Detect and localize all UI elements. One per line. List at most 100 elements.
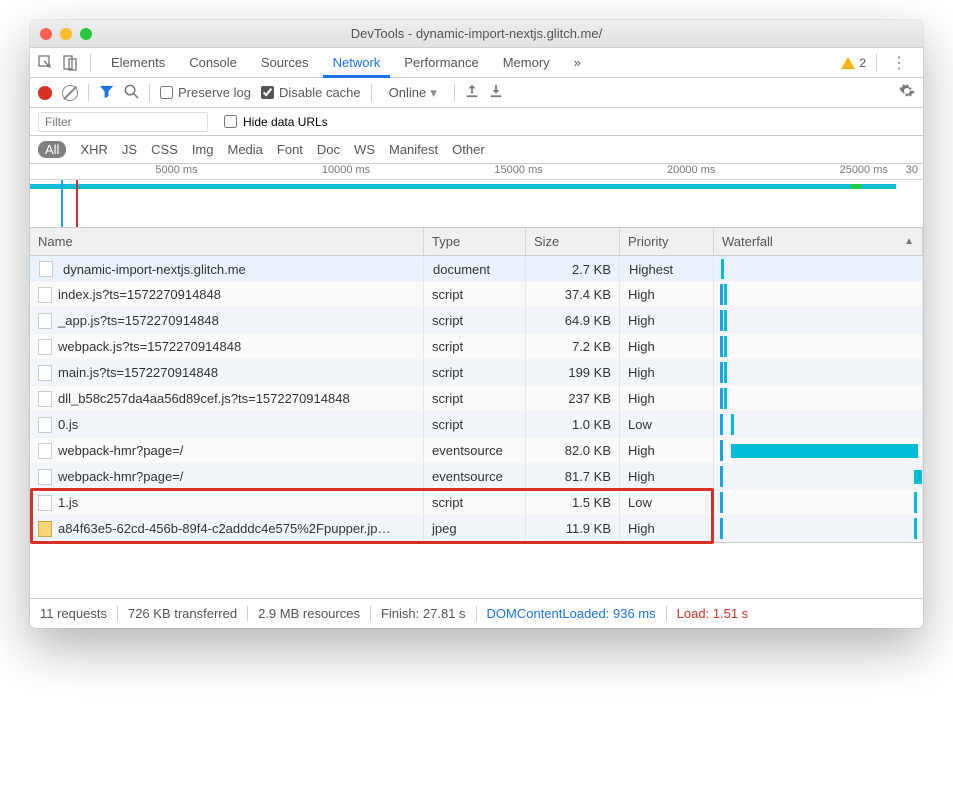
cell-name[interactable]: 0.js [30,412,424,438]
cell-waterfall[interactable] [714,282,923,308]
device-toggle-icon[interactable] [60,53,80,73]
cell-size[interactable]: 64.9 KB [526,308,620,334]
filter-type-manifest[interactable]: Manifest [389,142,438,157]
cell-name[interactable]: index.js?ts=1572270914848 [30,282,424,308]
filter-type-ws[interactable]: WS [354,142,375,157]
cell-name[interactable]: webpack-hmr?page=/ [30,464,424,490]
hide-data-urls-toggle[interactable]: Hide data URLs [224,115,328,129]
column-name[interactable]: Name [30,228,424,256]
cell-size[interactable]: 81.7 KB [526,464,620,490]
column-size[interactable]: Size [526,228,620,256]
search-icon[interactable] [124,84,139,102]
cell-priority[interactable]: Highest [620,256,714,282]
cell-type[interactable]: script [424,490,526,516]
cell-name[interactable]: webpack.js?ts=1572270914848 [30,334,424,360]
tab-elements[interactable]: Elements [101,48,175,78]
preserve-log-checkbox[interactable] [160,86,173,99]
tab-memory[interactable]: Memory [493,48,560,78]
cell-name[interactable]: webpack-hmr?page=/ [30,438,424,464]
cell-priority[interactable]: High [620,360,714,386]
upload-har-icon[interactable] [465,84,479,101]
cell-name[interactable]: 1.js [30,490,424,516]
cell-waterfall[interactable] [714,334,923,360]
hide-data-urls-checkbox[interactable] [224,115,237,128]
filter-input[interactable] [38,112,208,132]
filter-toggle-icon[interactable] [99,84,114,102]
cell-waterfall[interactable] [714,464,923,490]
disable-cache-toggle[interactable]: Disable cache [261,85,361,100]
cell-type[interactable]: script [424,282,526,308]
cell-name[interactable]: a84f63e5-62cd-456b-89f4-c2adddc4e575%2Fp… [30,516,424,542]
filter-type-xhr[interactable]: XHR [80,142,107,157]
throttle-select[interactable]: Online ▾ [382,82,444,104]
cell-priority[interactable]: High [620,334,714,360]
cell-type[interactable]: script [424,334,526,360]
cell-priority[interactable]: Low [620,412,714,438]
preserve-log-toggle[interactable]: Preserve log [160,85,251,100]
column-type[interactable]: Type [424,228,526,256]
filter-type-img[interactable]: Img [192,142,214,157]
tab-performance[interactable]: Performance [394,48,488,78]
record-button[interactable] [38,86,52,100]
cell-type[interactable]: eventsource [424,464,526,490]
timeline[interactable]: 5000 ms 10000 ms 15000 ms 20000 ms 25000… [30,164,923,228]
column-waterfall[interactable]: Waterfall ▲ [714,228,923,256]
cell-priority[interactable]: High [620,308,714,334]
filter-type-css[interactable]: CSS [151,142,178,157]
cell-priority[interactable]: High [620,386,714,412]
devtools-menu-icon[interactable]: ⋮ [887,53,911,73]
tab-network[interactable]: Network [323,48,391,78]
cell-name[interactable]: dll_b58c257da4aa56d89cef.js?ts=157227091… [30,386,424,412]
tab-console[interactable]: Console [179,48,247,78]
column-priority[interactable]: Priority [620,228,714,256]
inspect-icon[interactable] [36,53,56,73]
cell-waterfall[interactable] [714,256,923,282]
cell-type[interactable]: script [424,360,526,386]
download-har-icon[interactable] [489,84,503,101]
cell-type[interactable]: script [424,412,526,438]
waterfall-dcl-line [720,336,723,357]
cell-size[interactable]: 199 KB [526,360,620,386]
cell-size[interactable]: 82.0 KB [526,438,620,464]
cell-priority[interactable]: High [620,464,714,490]
cell-size[interactable]: 2.7 KB [526,256,620,282]
cell-waterfall[interactable] [714,438,923,464]
cell-priority[interactable]: Low [620,490,714,516]
cell-waterfall[interactable] [714,516,923,542]
cell-waterfall[interactable] [714,412,923,438]
filter-type-font[interactable]: Font [277,142,303,157]
cell-priority[interactable]: High [620,438,714,464]
settings-icon[interactable] [899,83,915,102]
cell-size[interactable]: 237 KB [526,386,620,412]
cell-name[interactable]: main.js?ts=1572270914848 [30,360,424,386]
cell-waterfall[interactable] [714,490,923,516]
cell-type[interactable]: eventsource [424,438,526,464]
cell-type[interactable]: script [424,386,526,412]
disable-cache-checkbox[interactable] [261,86,274,99]
cell-name[interactable]: _app.js?ts=1572270914848 [30,308,424,334]
cell-type[interactable]: jpeg [424,516,526,542]
clear-button[interactable] [62,85,78,101]
cell-size[interactable]: 37.4 KB [526,282,620,308]
cell-waterfall[interactable] [714,308,923,334]
filter-type-other[interactable]: Other [452,142,485,157]
cell-waterfall[interactable] [714,360,923,386]
cell-size[interactable]: 11.9 KB [526,516,620,542]
tab-sources[interactable]: Sources [251,48,319,78]
filter-type-doc[interactable]: Doc [317,142,340,157]
filter-type-all[interactable]: All [38,141,66,158]
cell-size[interactable]: 1.5 KB [526,490,620,516]
waterfall-dcl-line [720,492,723,513]
cell-priority[interactable]: High [620,282,714,308]
cell-size[interactable]: 1.0 KB [526,412,620,438]
cell-type[interactable]: script [424,308,526,334]
cell-waterfall[interactable] [714,386,923,412]
filter-type-media[interactable]: Media [227,142,262,157]
cell-name[interactable]: dynamic-import-nextjs.glitch.me [30,256,424,282]
tab-more[interactable]: » [564,48,591,78]
cell-size[interactable]: 7.2 KB [526,334,620,360]
cell-type[interactable]: document [424,256,526,282]
warning-count[interactable]: 2 [859,56,866,70]
cell-priority[interactable]: High [620,516,714,542]
filter-type-js[interactable]: JS [122,142,137,157]
